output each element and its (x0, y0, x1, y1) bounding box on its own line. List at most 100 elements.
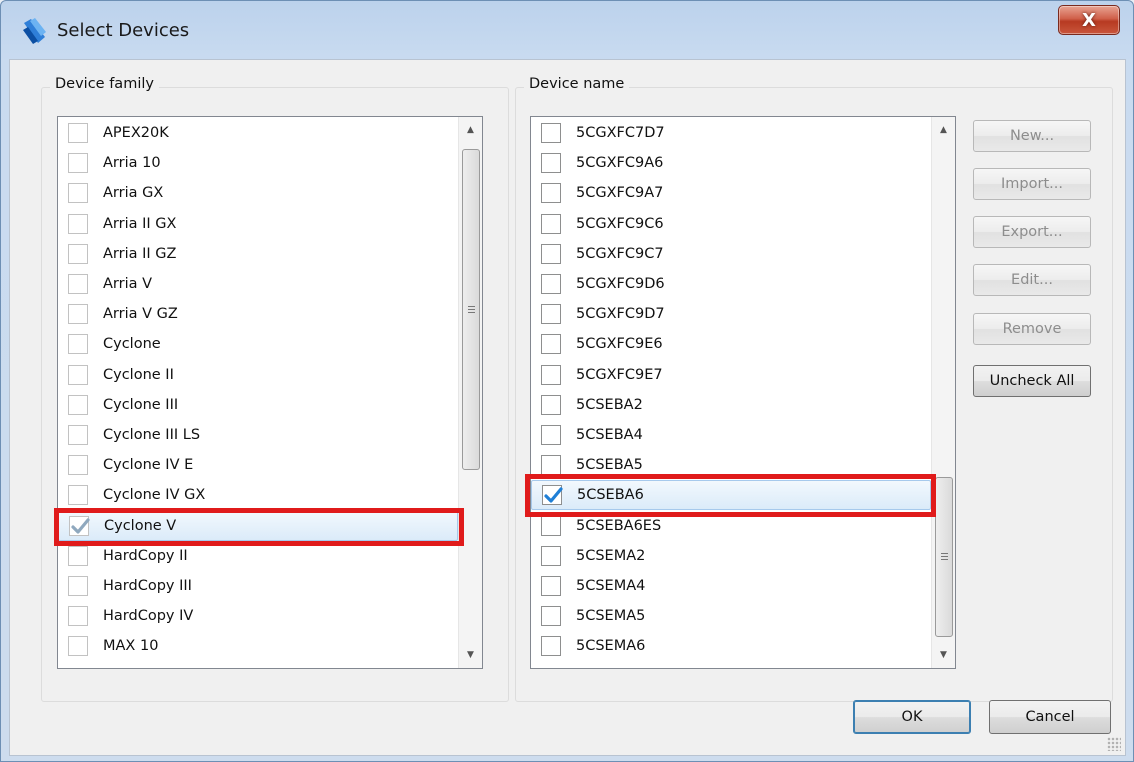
list-item[interactable]: 5CGXFC9A6 (531, 148, 931, 178)
list-item[interactable]: Cyclone III (58, 390, 458, 420)
list-item[interactable]: 5CSEBA6ES (531, 511, 931, 541)
checkbox[interactable] (68, 123, 88, 143)
checkbox[interactable] (68, 334, 88, 355)
cancel-button[interactable]: Cancel (989, 700, 1111, 734)
new-button[interactable]: New... (973, 120, 1091, 152)
list-item[interactable]: Arria 10 (58, 148, 458, 178)
checkbox[interactable] (68, 394, 88, 415)
title-bar[interactable]: Select Devices X (1, 1, 1133, 61)
grip-icon (940, 553, 948, 561)
list-item[interactable]: 5CGXFC9A7 (531, 178, 931, 208)
checkbox[interactable] (68, 183, 88, 204)
list-item[interactable]: Arria II GZ (58, 239, 458, 269)
checkbox[interactable] (68, 243, 88, 264)
dialog-body: Device family APEX20K Arria 10 Arria GX Arr… (9, 59, 1126, 756)
scroll-up-icon[interactable]: ▲ (932, 119, 955, 141)
checkbox[interactable] (541, 515, 561, 536)
select-devices-dialog: Select Devices X Device family APEX20K Ar… (0, 0, 1134, 762)
list-item[interactable]: 5CSEMA6 (531, 631, 931, 661)
list-item[interactable]: HardCopy III (58, 571, 458, 601)
checkbox[interactable] (541, 213, 561, 234)
list-item[interactable]: 5CGXFC9C6 (531, 209, 931, 239)
uncheck-all-button[interactable]: Uncheck All (973, 365, 1091, 397)
list-item[interactable]: Arria V GZ (58, 299, 458, 329)
device-family-list[interactable]: APEX20K Arria 10 Arria GX Arria II GX Arria … (57, 116, 483, 669)
list-item[interactable]: 5CGXFC9C7 (531, 239, 931, 269)
list-item[interactable]: Arria II GX (58, 209, 458, 239)
checkbox[interactable] (541, 123, 561, 143)
export-button[interactable]: Export... (973, 216, 1091, 248)
checkbox[interactable] (68, 425, 88, 445)
list-item[interactable]: Cyclone II (58, 360, 458, 390)
list-item-label: 5CSEBA6 (577, 487, 644, 504)
close-button[interactable]: X (1058, 5, 1120, 35)
checkbox[interactable] (541, 636, 561, 657)
import-button[interactable]: Import... (973, 168, 1091, 200)
list-item[interactable]: 5CSEBA2 (531, 390, 931, 420)
list-item[interactable]: 5CGXFC7D7 (531, 118, 931, 148)
checkbox[interactable] (68, 455, 88, 476)
checkbox[interactable] (542, 485, 563, 506)
list-item[interactable]: Cyclone IV E (58, 450, 458, 480)
checkbox[interactable] (68, 213, 88, 234)
list-item[interactable]: 5CSEBA6 (531, 480, 931, 511)
list-item[interactable]: 5CGXFC9E6 (531, 329, 931, 359)
list-item[interactable]: 5CSEMA5 (531, 601, 931, 631)
list-item[interactable]: Cyclone III LS (58, 420, 458, 450)
scroll-down-icon[interactable]: ▼ (932, 644, 955, 666)
checkbox[interactable] (68, 606, 88, 627)
list-item[interactable]: 5CSEMA2 (531, 541, 931, 571)
resize-grip-icon[interactable] (1107, 737, 1121, 751)
list-item-label: 5CGXFC9D7 (576, 306, 665, 323)
list-item[interactable]: HardCopy IV (58, 601, 458, 631)
scroll-thumb[interactable] (935, 477, 953, 637)
checkbox[interactable] (68, 364, 88, 385)
device-name-list[interactable]: 5CGXFC7D7 5CGXFC9A6 5CGXFC9A7 5CGXFC9C6 5CGX… (530, 116, 956, 669)
edit-button[interactable]: Edit... (973, 264, 1091, 296)
list-item[interactable]: MAX 10 (58, 631, 458, 661)
checkbox[interactable] (541, 545, 561, 566)
checkbox[interactable] (541, 606, 561, 627)
checkbox[interactable] (68, 485, 88, 506)
list-item[interactable]: HardCopy II (58, 541, 458, 571)
checkbox[interactable] (541, 425, 561, 445)
checkbox[interactable] (541, 576, 561, 596)
device-name-scrollbar[interactable]: ▲ ▼ (931, 117, 955, 668)
remove-button[interactable]: Remove (973, 313, 1091, 345)
checkbox[interactable] (68, 153, 88, 174)
checkbox[interactable] (68, 274, 88, 294)
checkbox[interactable] (541, 334, 561, 355)
checkbox[interactable] (541, 364, 561, 385)
list-item[interactable]: 5CGXFC9D6 (531, 269, 931, 299)
checkbox[interactable] (541, 153, 561, 174)
list-item[interactable]: Arria V (58, 269, 458, 299)
list-item-label: Arria V (103, 276, 153, 292)
list-item[interactable]: 5CSEMA4 (531, 571, 931, 601)
scroll-thumb[interactable] (462, 149, 480, 470)
list-item[interactable]: APEX20K (58, 118, 458, 148)
checkbox[interactable] (68, 576, 88, 596)
scroll-up-icon[interactable]: ▲ (459, 119, 482, 141)
checkbox[interactable] (541, 243, 561, 264)
checkbox[interactable] (541, 394, 561, 415)
list-item[interactable]: 5CSEBA5 (531, 450, 931, 480)
device-family-scrollbar[interactable]: ▲ ▼ (458, 117, 482, 668)
list-item[interactable]: 5CSEBA4 (531, 420, 931, 450)
checkbox[interactable] (68, 304, 88, 325)
list-item[interactable]: Cyclone IV GX (58, 480, 458, 510)
checkbox[interactable] (541, 304, 561, 325)
list-item[interactable]: Arria GX (58, 178, 458, 208)
list-item[interactable]: Cyclone (58, 329, 458, 359)
checkbox[interactable] (68, 545, 88, 566)
scroll-down-icon[interactable]: ▼ (459, 644, 482, 666)
checkbox[interactable] (68, 636, 88, 657)
list-item[interactable]: 5CGXFC9E7 (531, 360, 931, 390)
checkbox[interactable] (541, 183, 561, 204)
list-item[interactable]: Cyclone V (58, 510, 458, 541)
checkbox[interactable] (69, 515, 90, 536)
list-item[interactable]: 5CGXFC9D7 (531, 299, 931, 329)
ok-button[interactable]: OK (853, 700, 971, 734)
list-item-label: APEX20K (103, 125, 169, 141)
checkbox[interactable] (541, 274, 561, 294)
checkbox[interactable] (541, 455, 561, 476)
